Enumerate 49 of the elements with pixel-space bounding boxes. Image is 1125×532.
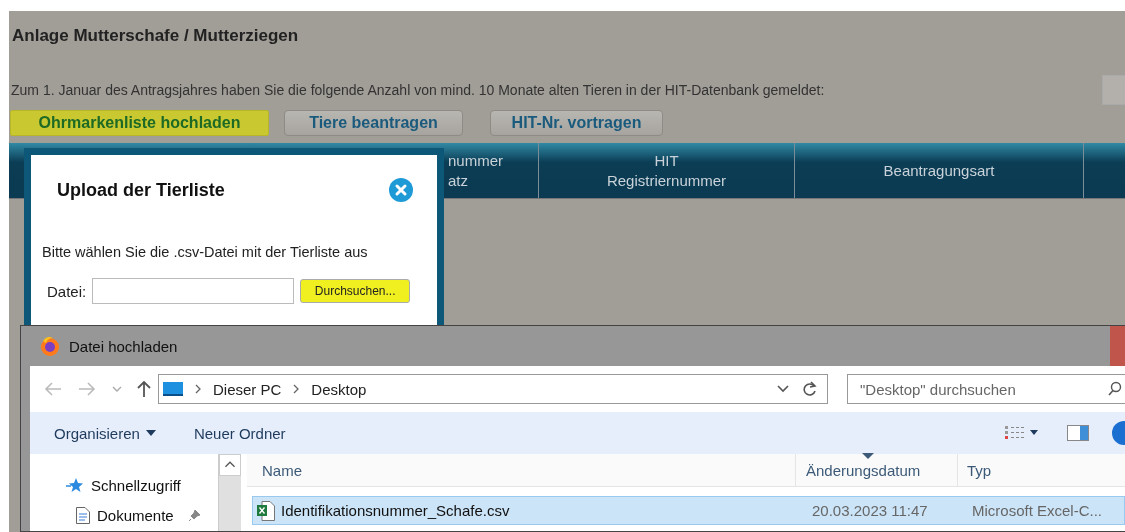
path-segment[interactable]: Dieser PC xyxy=(213,380,282,398)
new-folder-button[interactable]: Neuer Ordner xyxy=(193,424,286,442)
action-button[interactable]: Ohrmarkenliste hochladen xyxy=(10,110,269,136)
pin-icon[interactable] xyxy=(188,509,201,521)
monitor-icon xyxy=(163,381,183,397)
spreadsheet-file-icon xyxy=(257,500,275,521)
view-options-icon[interactable] xyxy=(1005,426,1039,440)
preview-pane-icon[interactable] xyxy=(1067,425,1089,441)
browse-button[interactable]: Durchsuchen... xyxy=(300,279,411,303)
page-title: Anlage Mutterschafe / Mutterziegen xyxy=(11,25,300,47)
column-header[interactable]: Name xyxy=(247,454,795,486)
caret-icon xyxy=(145,430,156,436)
modal-title: Upload der Tierliste xyxy=(57,179,225,201)
star-icon xyxy=(66,477,84,493)
search-icon xyxy=(1108,381,1122,397)
address-bar[interactable]: Dieser PC Desktop xyxy=(158,374,828,404)
column-header: nummer atz xyxy=(448,150,503,191)
search-placeholder: "Desktop" durchsuchen xyxy=(860,380,1017,398)
file-name: Identifikationsnummer_Schafe.csv xyxy=(281,502,510,519)
search-field[interactable]: "Desktop" durchsuchen xyxy=(847,374,1125,404)
back-arrow-icon[interactable] xyxy=(44,382,62,396)
refresh-icon[interactable] xyxy=(803,381,817,397)
file-row[interactable]: Identifikationsnummer_Schafe.csv 20.03.2023 11:47 Microsoft Excel-C... xyxy=(252,496,1125,525)
scroll-up-icon[interactable] xyxy=(219,454,241,476)
column-header: HIT Registriernummer xyxy=(606,150,727,191)
file-date: 20.03.2023 11:47 xyxy=(811,501,929,521)
scrollbar[interactable] xyxy=(218,454,241,531)
instruction-text: Bitte wählen Sie die .csv-Datei mit der Tierliste aus xyxy=(42,244,369,260)
chevron-down-icon[interactable] xyxy=(777,385,789,393)
browser-logo-icon xyxy=(39,335,61,357)
file-type: Microsoft Excel-C... xyxy=(971,501,1104,521)
chevron-right-icon xyxy=(293,384,300,394)
column-header[interactable]: Typ xyxy=(957,454,1125,486)
up-arrow-icon[interactable] xyxy=(136,380,152,398)
file-label: Datei: xyxy=(47,282,87,300)
dialog-title: Datei hochladen xyxy=(69,337,178,355)
column-header: Beantragungsart xyxy=(883,160,995,181)
intro-text: Zum 1. Januar des Antragsjahres haben Sie die folgende Anzahl von mind. 10 Monate alten Tieren in der HIT-Datenbank gemeldet: xyxy=(10,82,825,98)
nav-item[interactable]: Schnellzugriff xyxy=(30,470,218,500)
sort-arrow-icon xyxy=(862,453,874,459)
nav-item[interactable]: Dokumente xyxy=(30,500,218,530)
chevron-right-icon xyxy=(195,384,201,394)
forward-arrow-icon[interactable] xyxy=(78,382,96,396)
path-segment[interactable]: Desktop xyxy=(311,380,367,398)
document-icon xyxy=(76,506,90,524)
column-header[interactable]: Änderungsdatum xyxy=(795,454,957,486)
close-icon[interactable] xyxy=(389,178,413,202)
organize-menu-button[interactable]: Organisieren xyxy=(54,424,156,442)
file-input-field[interactable] xyxy=(92,278,295,304)
